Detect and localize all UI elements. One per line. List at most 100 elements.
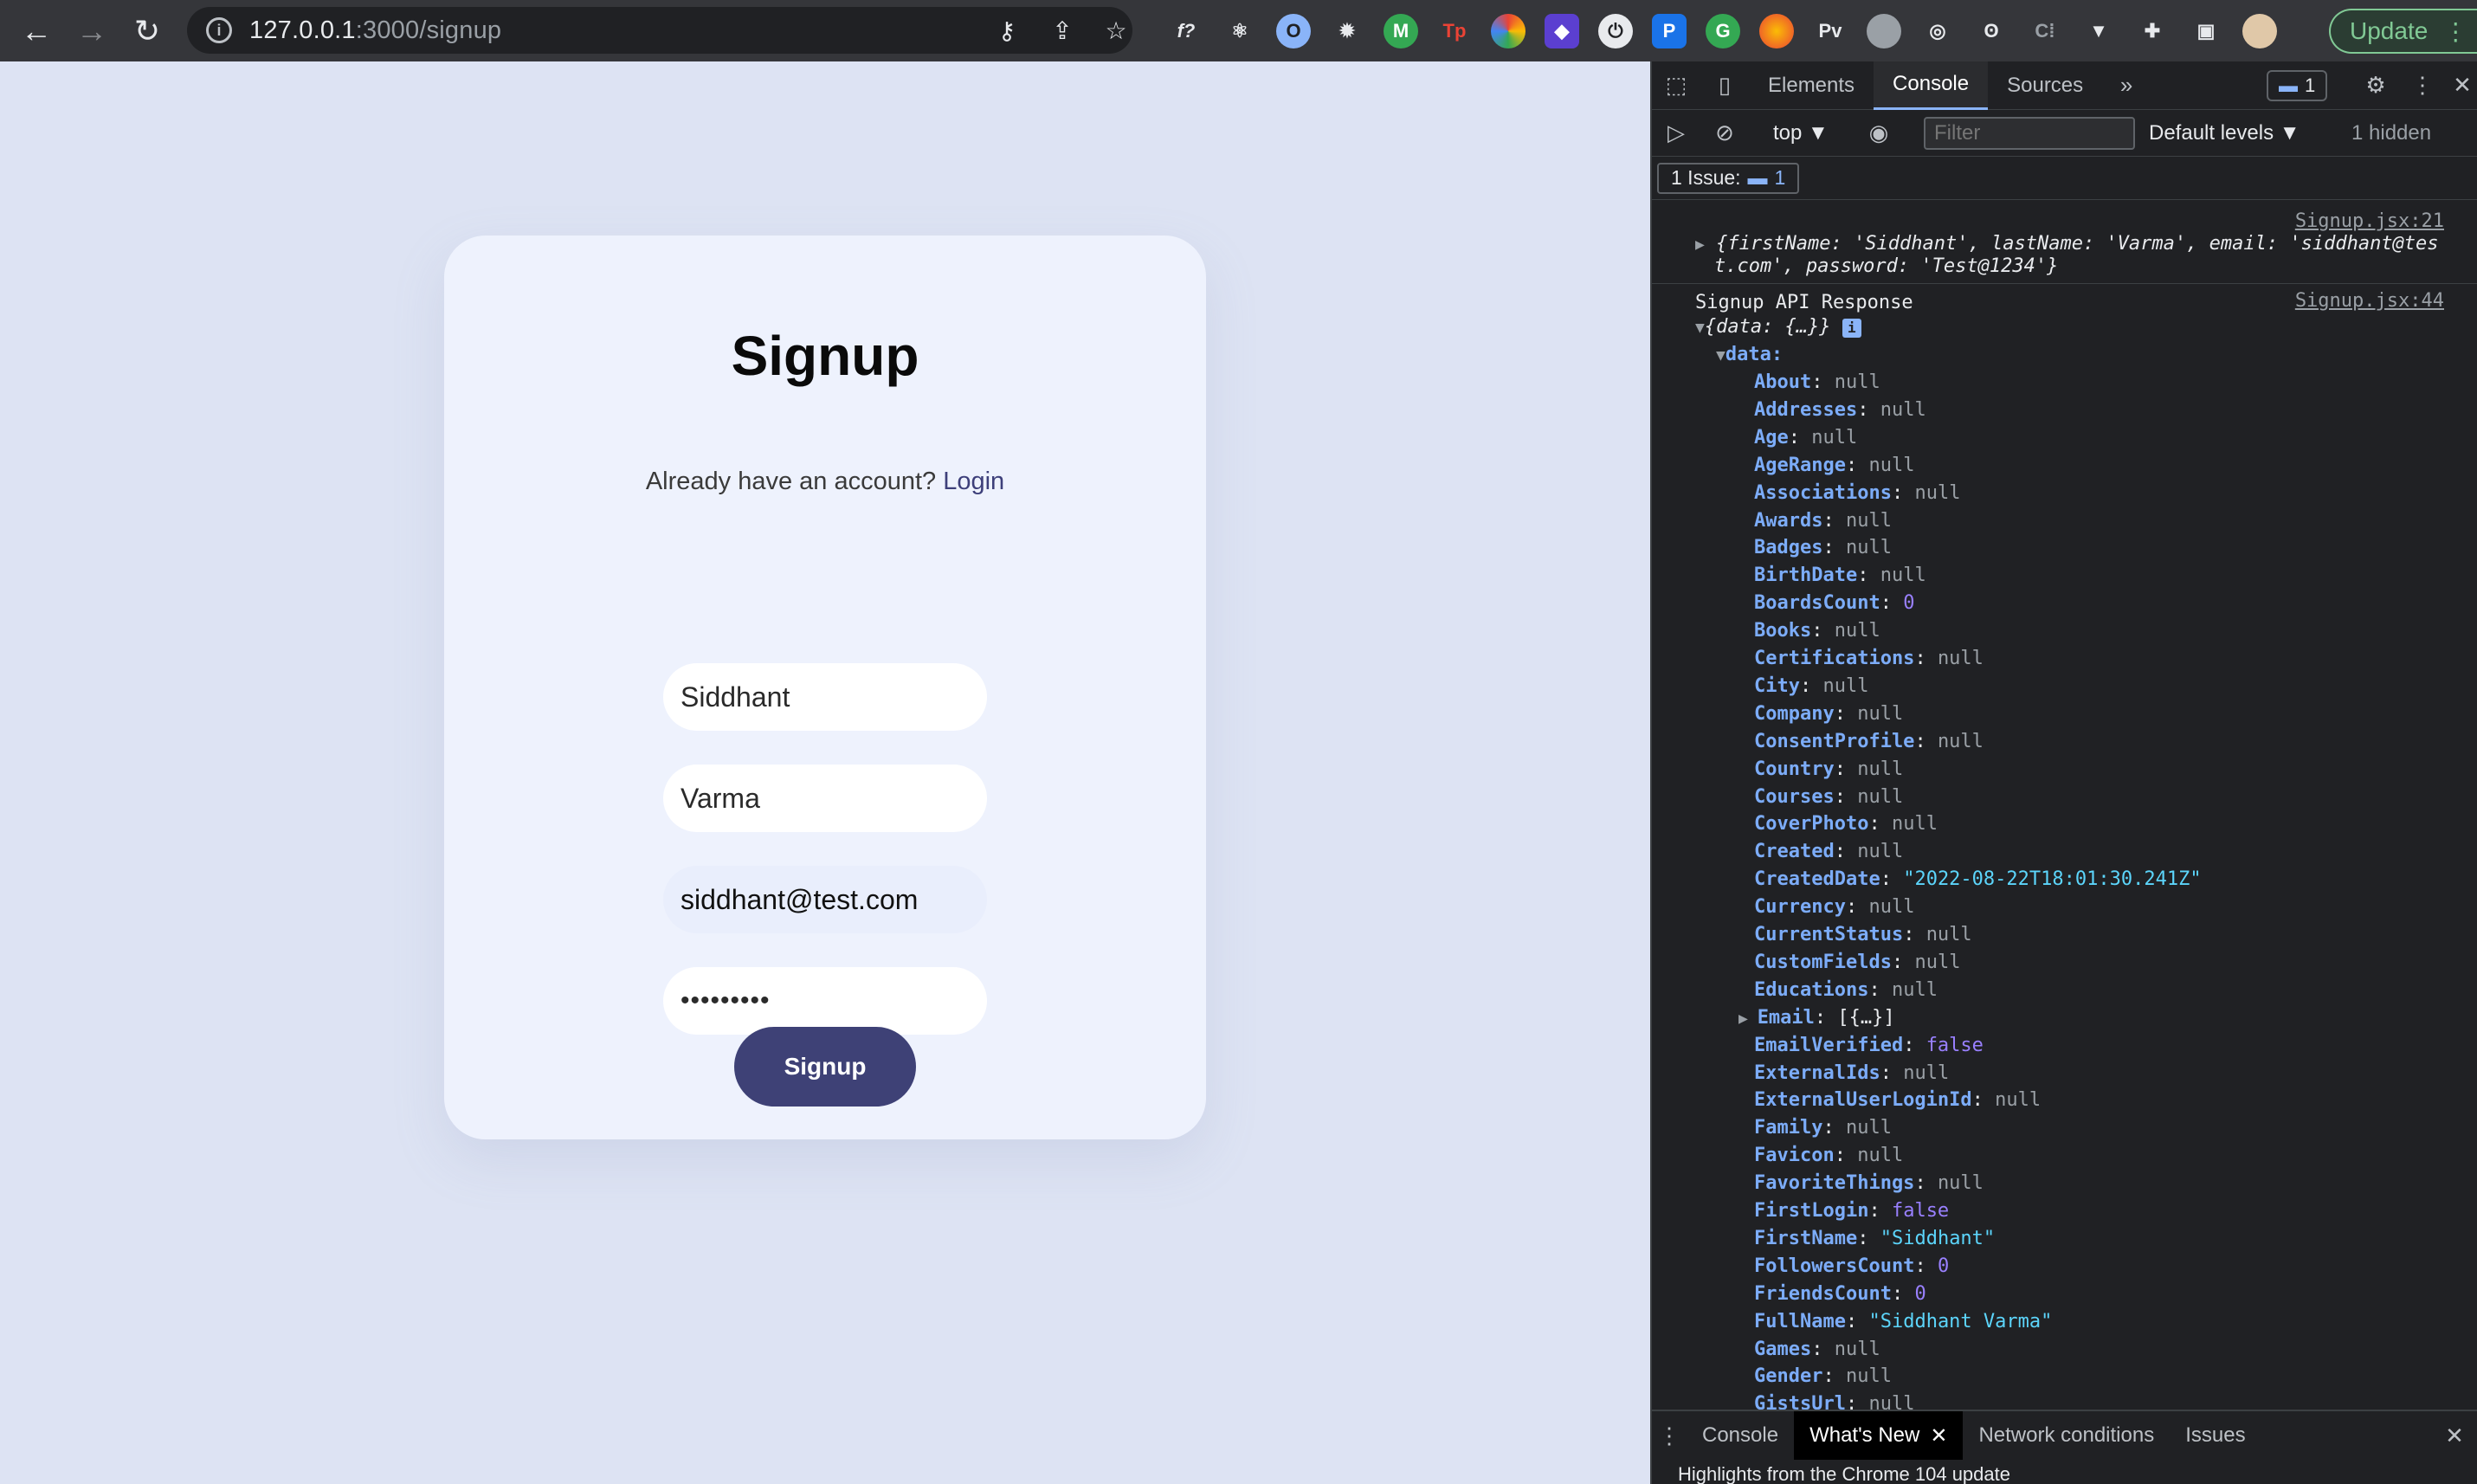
inspect-icon[interactable]: ⬚ bbox=[1652, 61, 1700, 110]
log-response-summary[interactable]: ▼{data: {…}} i bbox=[1695, 316, 1861, 338]
o-extension-icon[interactable]: O bbox=[1276, 14, 1311, 48]
expand-triangle-icon[interactable]: ▶ bbox=[1738, 1010, 1758, 1028]
property-row: Courses: null bbox=[1754, 785, 1904, 808]
tp-extension-icon[interactable]: Tp bbox=[1437, 14, 1472, 48]
device-toolbar-icon[interactable]: ▯ bbox=[1700, 61, 1749, 110]
data-key: data: bbox=[1725, 344, 1784, 365]
property-value: null bbox=[1845, 1117, 1892, 1139]
tab-sources[interactable]: Sources bbox=[1988, 61, 2102, 110]
owl-extension-icon[interactable]: ʘ bbox=[1974, 14, 2009, 48]
property-key: ExternalIds bbox=[1754, 1061, 1880, 1084]
drawer-tab-console[interactable]: Console bbox=[1687, 1411, 1794, 1460]
close-drawer-icon[interactable]: ✕ bbox=[2430, 1411, 2477, 1460]
m-extension-icon[interactable]: M bbox=[1384, 14, 1418, 48]
reload-icon[interactable]: ↻ bbox=[119, 0, 175, 61]
v-extension-icon[interactable]: ▼ bbox=[2081, 14, 2116, 48]
property-row: BoardsCount: 0 bbox=[1754, 592, 1915, 615]
property-key: ExternalUserLoginId bbox=[1754, 1089, 1972, 1112]
p-extension-icon[interactable]: P bbox=[1652, 14, 1687, 48]
drawer-tab-whats-new[interactable]: What's New ✕ bbox=[1794, 1411, 1964, 1460]
more-tabs-icon[interactable]: » bbox=[2102, 61, 2151, 110]
property-row: ConsentProfile: null bbox=[1754, 730, 1984, 752]
puzzle-icon[interactable]: ✚ bbox=[2135, 14, 2170, 48]
log-object-line[interactable]: ▶ {firstName: 'Siddhant', lastName: 'Var… bbox=[1695, 233, 2439, 255]
chrome-extension-icon[interactable] bbox=[1759, 14, 1794, 48]
property-row[interactable]: ▶ Email: [{…}] bbox=[1738, 1007, 1895, 1029]
property-key: FollowersCount bbox=[1754, 1255, 1915, 1277]
property-key: CustomFields bbox=[1754, 951, 1892, 973]
property-key: CreatedDate bbox=[1754, 868, 1880, 891]
console-output[interactable]: Signup.jsx:21 ▶ {firstName: 'Siddhant', … bbox=[1652, 202, 2477, 1414]
update-button[interactable]: Update ⋮ bbox=[2329, 9, 2477, 54]
sidebar-icon[interactable]: ▣ bbox=[2189, 14, 2223, 48]
log-levels-select[interactable]: Default levels ▼ bbox=[2149, 121, 2300, 145]
hidden-count: 1 hidden bbox=[2351, 120, 2432, 145]
site-info-icon[interactable]: i bbox=[206, 17, 232, 43]
clear-console-icon[interactable]: ⊘ bbox=[1700, 109, 1749, 158]
c-extension-icon[interactable]: C⁞ bbox=[2028, 14, 2062, 48]
collapse-triangle-icon[interactable]: ▼ bbox=[1695, 319, 1705, 337]
property-value: null bbox=[1834, 620, 1880, 642]
gear-extension-icon[interactable]: ✹ bbox=[1330, 14, 1364, 48]
pv-extension-icon[interactable]: Pv bbox=[1813, 14, 1848, 48]
console-toolbar: ▷ ⊘ top ▼ ◉ Default levels ▼ 1 hidden bbox=[1652, 110, 2477, 157]
drawer-tab-network-conditions[interactable]: Network conditions bbox=[1963, 1411, 2170, 1460]
password-field[interactable] bbox=[663, 967, 987, 1035]
eye-icon[interactable]: ◉ bbox=[1855, 109, 1903, 158]
log-object-text: {firstName: 'Siddhant', lastName: 'Varma… bbox=[1716, 233, 2439, 255]
property-value: null bbox=[1857, 785, 1904, 808]
kebab-menu-icon[interactable]: ⋮ bbox=[2443, 17, 2467, 46]
issues-chip[interactable]: 1 Issue: ▬ 1 bbox=[1657, 162, 1800, 194]
url-path: :3000/signup bbox=[355, 16, 502, 44]
address-bar[interactable]: i 127.0.0.1:3000/signup ⚷ ⇪ ☆ bbox=[187, 7, 1132, 54]
property-key: Associations bbox=[1754, 481, 1892, 504]
filter-input[interactable] bbox=[1924, 117, 2135, 150]
property-value: null bbox=[1868, 454, 1915, 476]
log-source-link[interactable]: Signup.jsx:44 bbox=[2295, 290, 2444, 312]
sidebar-toggle-icon[interactable]: ▷ bbox=[1652, 109, 1700, 158]
pin-extension-icon[interactable] bbox=[1867, 14, 1901, 48]
page-viewport: Signup Already have an account? Login Si… bbox=[0, 61, 1650, 1484]
g-extension-icon[interactable]: G bbox=[1706, 14, 1740, 48]
close-tab-icon[interactable]: ✕ bbox=[1930, 1423, 1947, 1449]
whats-new-text: Highlights from the Chrome 104 update bbox=[1678, 1463, 2010, 1484]
power-icon[interactable]: ⏻ bbox=[1598, 14, 1633, 48]
close-icon[interactable]: ✕ bbox=[2438, 61, 2477, 110]
drawer-menu-icon[interactable]: ⋮ bbox=[1652, 1411, 1687, 1460]
email-field[interactable] bbox=[663, 866, 987, 933]
formula-extension-icon[interactable]: f? bbox=[1169, 14, 1203, 48]
property-row: Created: null bbox=[1754, 841, 1904, 863]
first-name-field[interactable] bbox=[663, 663, 987, 731]
collapse-triangle-icon[interactable]: ▼ bbox=[1716, 346, 1726, 365]
url-text[interactable]: 127.0.0.1:3000/signup bbox=[249, 16, 501, 45]
property-key: Created bbox=[1754, 841, 1835, 863]
back-icon[interactable]: ← bbox=[9, 0, 64, 61]
box-extension-icon[interactable]: ◆ bbox=[1545, 14, 1579, 48]
key-icon[interactable]: ⚷ bbox=[992, 16, 1022, 45]
forward-icon[interactable]: → bbox=[64, 0, 119, 61]
expand-triangle-icon[interactable]: ▶ bbox=[1695, 236, 1705, 254]
avatar[interactable] bbox=[2242, 14, 2277, 48]
last-name-field[interactable] bbox=[663, 765, 987, 832]
context-select[interactable]: top ▼ bbox=[1773, 121, 1829, 145]
property-row: FirstName: "Siddhant" bbox=[1754, 1227, 1996, 1249]
property-row: CurrentStatus: null bbox=[1754, 924, 1972, 945]
log-source-link[interactable]: Signup.jsx:21 bbox=[2295, 210, 2444, 232]
property-value: "2022-08-22T18:01:30.241Z" bbox=[1903, 868, 2202, 891]
aperture-icon[interactable]: ◎ bbox=[1920, 14, 1955, 48]
signup-card: Signup Already have an account? Login Si… bbox=[444, 236, 1206, 1139]
tab-console[interactable]: Console bbox=[1874, 61, 1989, 110]
property-key: Email bbox=[1757, 1006, 1815, 1029]
bookmark-star-icon[interactable]: ☆ bbox=[1101, 16, 1131, 45]
data-node[interactable]: ▼data: bbox=[1716, 344, 1783, 365]
message-icon: ▬ bbox=[2279, 74, 2298, 96]
issues-badge[interactable]: ▬ 1 bbox=[2267, 70, 2328, 101]
color-picker-icon[interactable] bbox=[1491, 14, 1526, 48]
settings-icon[interactable]: ⚙ bbox=[2351, 61, 2400, 110]
tab-elements[interactable]: Elements bbox=[1749, 61, 1874, 110]
signup-button[interactable]: Signup bbox=[734, 1027, 916, 1107]
react-devtools-icon[interactable]: ⚛ bbox=[1222, 14, 1257, 48]
login-link[interactable]: Login bbox=[943, 468, 1004, 495]
drawer-tab-issues[interactable]: Issues bbox=[2170, 1411, 2261, 1460]
share-icon[interactable]: ⇪ bbox=[1048, 16, 1077, 45]
